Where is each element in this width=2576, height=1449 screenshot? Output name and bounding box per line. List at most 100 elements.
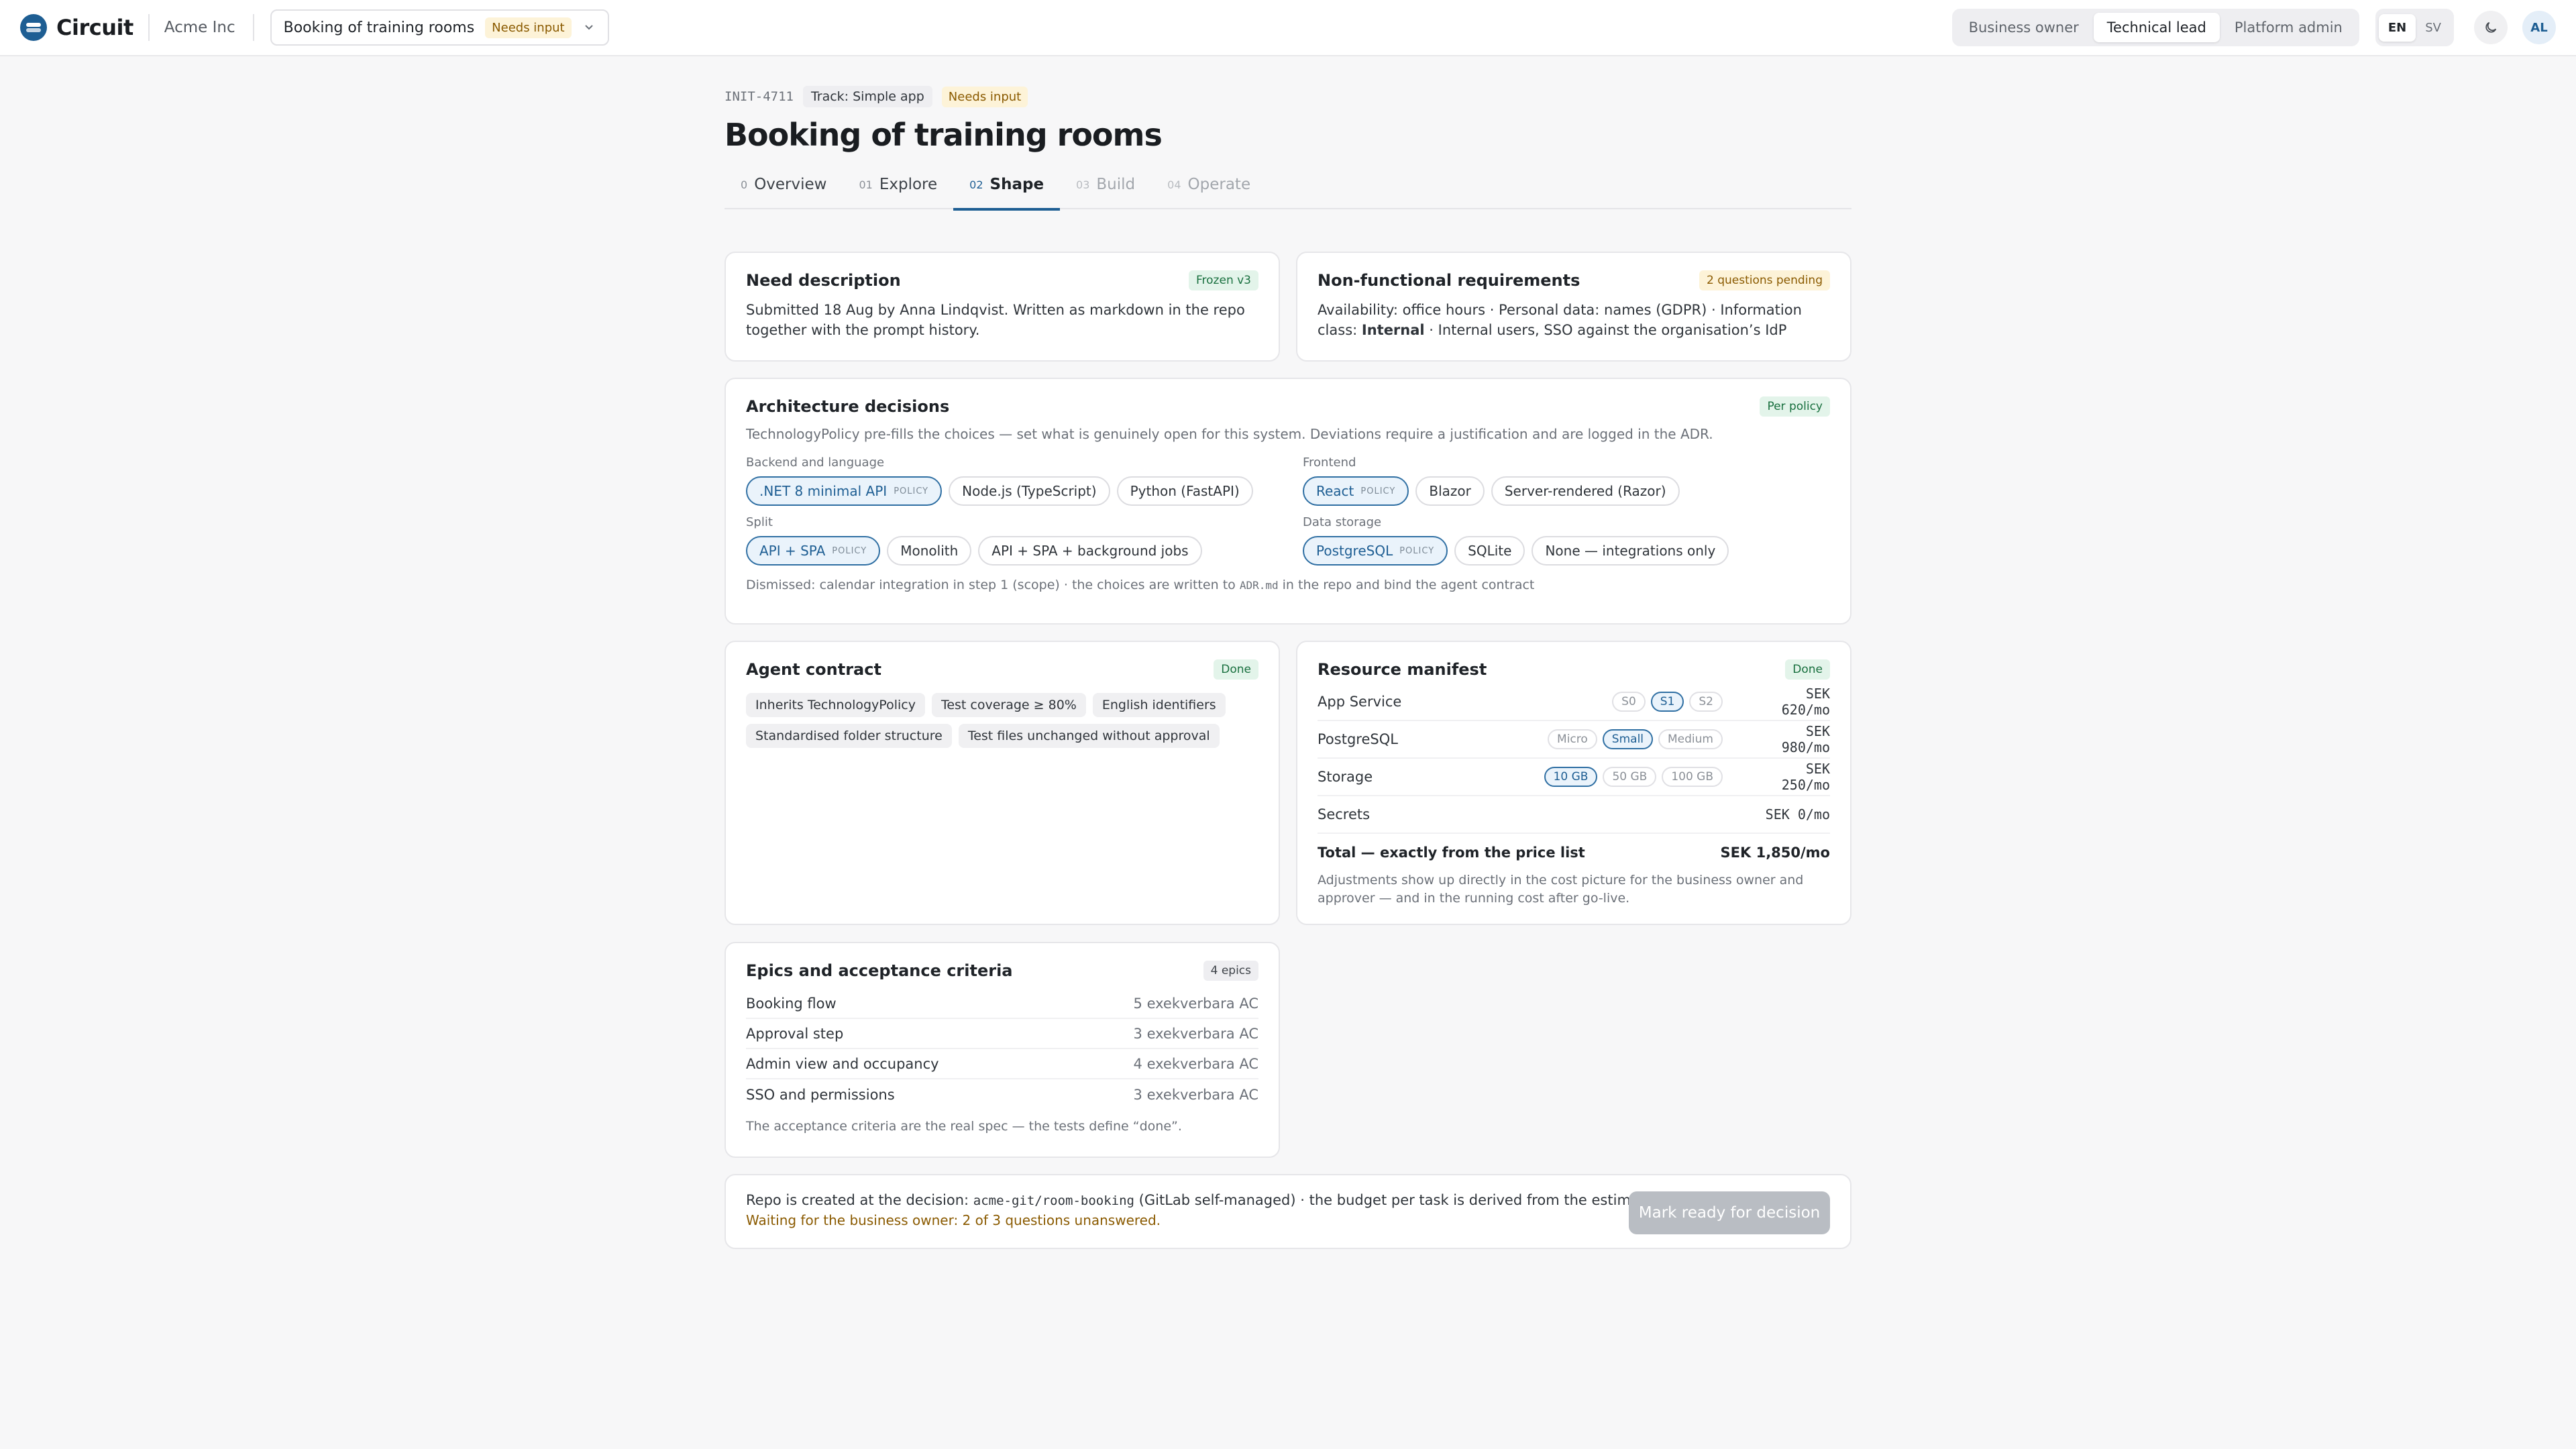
epic-name: Admin view and occupancy	[746, 1055, 939, 1072]
resource-name: Storage	[1318, 769, 1373, 785]
policy-tag: POLICY	[894, 486, 929, 496]
adr-filename: ADR.md	[1239, 579, 1279, 592]
option-python[interactable]: Python (FastAPI)	[1116, 476, 1253, 506]
option-none[interactable]: None — integrations only	[1532, 536, 1729, 566]
architecture-footnote: Dismissed: calendar integration in step …	[746, 578, 1830, 592]
list-item[interactable]: SSO and permissions 3 exekverbara AC	[746, 1079, 1258, 1110]
epic-name: Approval step	[746, 1025, 844, 1042]
option-dotnet[interactable]: .NET 8 minimal API POLICY	[746, 476, 943, 506]
size-option[interactable]: Medium	[1658, 729, 1723, 749]
done-badge: Done	[1214, 659, 1258, 680]
list-item[interactable]: Booking flow 5 exekverbara AC	[746, 989, 1258, 1019]
role-technical-lead[interactable]: Technical lead	[2093, 13, 2220, 42]
decision-bar: Repo is created at the decision: acme-gi…	[724, 1174, 1851, 1249]
decision-group-frontend: Frontend React POLICY Blazor Server-rende…	[1303, 455, 1826, 506]
lang-sv[interactable]: SV	[2416, 14, 2451, 42]
repo-path: acme-git/room-booking	[973, 1193, 1134, 1208]
theme-toggle-button[interactable]	[2474, 11, 2508, 44]
tab-number: 02	[969, 178, 983, 191]
page-title: Booking of training rooms	[724, 117, 1163, 153]
status-badge: Needs input	[941, 86, 1028, 107]
app-logo[interactable]: Circuit	[20, 14, 133, 41]
initiative-picker[interactable]: Booking of training rooms Needs input	[270, 9, 609, 46]
epic-name: Booking flow	[746, 995, 837, 1012]
phase-tabs: 0 Overview 01 Explore 02 Shape 03 Build …	[724, 176, 1851, 211]
user-avatar[interactable]: AL	[2522, 11, 2556, 44]
group-label: Split	[746, 515, 773, 529]
option-monolith[interactable]: Monolith	[887, 536, 972, 566]
decision-group-split: Split API + SPA POLICY Monolith API + SPA…	[746, 515, 1303, 566]
resource-cost: SEK 620/mo	[1781, 686, 1830, 718]
resource-name: Secrets	[1318, 806, 1371, 822]
done-badge: Done	[1785, 659, 1830, 680]
org-name[interactable]: Acme Inc	[164, 19, 235, 36]
option-blazor[interactable]: Blazor	[1415, 476, 1485, 506]
questions-pending-badge: 2 questions pending	[1699, 270, 1830, 290]
nfr-card: Non-functional requirements 2 questions …	[1296, 252, 1851, 362]
card-title: Architecture decisions	[746, 397, 950, 416]
tab-shape[interactable]: 02 Shape	[953, 176, 1060, 211]
chevron-down-icon	[582, 21, 596, 34]
footnote-part: Dismissed: calendar integration in step …	[746, 578, 1240, 592]
size-option-selected[interactable]: S1	[1650, 692, 1684, 712]
size-option[interactable]: 50 GB	[1603, 767, 1657, 787]
footnote-part: in the repo and bind the agent contract	[1278, 578, 1535, 592]
contract-tag: Inherits TechnologyPolicy	[746, 693, 925, 717]
list-item[interactable]: Admin view and occupancy 4 exekverbara AC	[746, 1049, 1258, 1079]
card-title: Non-functional requirements	[1318, 271, 1580, 290]
tab-overview[interactable]: 0 Overview	[724, 176, 843, 209]
option-api-spa-jobs[interactable]: API + SPA + background jobs	[978, 536, 1202, 566]
architecture-card: Architecture decisions Per policy Techno…	[724, 378, 1851, 625]
track-chip: Track: Simple app	[802, 86, 932, 107]
option-label: .NET 8 minimal API	[759, 483, 888, 499]
list-item[interactable]: Approval step 3 exekverbara AC	[746, 1019, 1258, 1049]
size-option[interactable]: Micro	[1548, 729, 1597, 749]
group-label: Backend and language	[746, 455, 885, 470]
size-option[interactable]: 100 GB	[1662, 767, 1723, 787]
resource-total-row: Total — exactly from the price list SEK …	[1318, 834, 1830, 871]
resource-name: PostgreSQL	[1318, 731, 1398, 747]
group-label: Data storage	[1303, 515, 1382, 529]
option-postgresql[interactable]: PostgreSQL POLICY	[1303, 536, 1448, 566]
mark-ready-button[interactable]: Mark ready for decision	[1629, 1191, 1830, 1234]
option-nodejs[interactable]: Node.js (TypeScript)	[949, 476, 1110, 506]
card-title: Agent contract	[746, 660, 881, 679]
resource-row-app-service: App Service S0 S1 S2 SEK 620/mo	[1318, 684, 1830, 721]
decision-grid: Backend and language .NET 8 minimal API P…	[746, 455, 1830, 566]
policy-tag: POLICY	[832, 545, 867, 556]
role-switcher: Business owner Technical lead Platform a…	[1951, 9, 2359, 46]
decision-group-backend: Backend and language .NET 8 minimal API P…	[746, 455, 1303, 506]
epic-count-badge: 4 epics	[1203, 961, 1258, 981]
size-option[interactable]: S0	[1612, 692, 1646, 712]
epics-note: The acceptance criteria are the real spe…	[746, 1119, 1182, 1134]
role-business-owner[interactable]: Business owner	[1955, 13, 2092, 42]
epic-ac-count: 5 exekverbara AC	[1133, 995, 1258, 1012]
option-label: React	[1316, 483, 1354, 499]
size-option-selected[interactable]: 10 GB	[1544, 767, 1598, 787]
tab-explore[interactable]: 01 Explore	[843, 176, 953, 209]
need-text: Submitted 18 Aug by Anna Lindqvist. Writ…	[746, 302, 1245, 338]
lang-en[interactable]: EN	[2378, 13, 2416, 42]
tab-build[interactable]: 03 Build	[1060, 176, 1151, 209]
epic-ac-count: 4 exekverbara AC	[1133, 1055, 1258, 1072]
divider	[148, 14, 150, 41]
resource-row-storage: Storage 10 GB 50 GB 100 GB SEK 250/mo	[1318, 759, 1830, 796]
role-platform-admin[interactable]: Platform admin	[2221, 13, 2356, 42]
nfr-info-class: Internal	[1361, 322, 1425, 338]
option-sqlite[interactable]: SQLite	[1454, 536, 1525, 566]
epic-name: SSO and permissions	[746, 1086, 895, 1103]
size-option[interactable]: S2	[1689, 692, 1723, 712]
nfr-text-part: · Internal users, SSO against the organi…	[1424, 322, 1787, 338]
divider	[252, 14, 254, 41]
repo-info-part: (GitLab self-managed) · the budget per t…	[1134, 1192, 1654, 1208]
option-razor[interactable]: Server-rendered (Razor)	[1491, 476, 1680, 506]
option-react[interactable]: React POLICY	[1303, 476, 1409, 506]
total-value: SEK 1,850/mo	[1720, 845, 1830, 861]
tab-number: 03	[1076, 178, 1090, 191]
option-api-spa[interactable]: API + SPA POLICY	[746, 536, 881, 566]
resource-name: App Service	[1318, 694, 1402, 710]
resource-list: App Service S0 S1 S2 SEK 620/mo PostgreS…	[1318, 684, 1830, 871]
initiative-meta: INIT-4711 Track: Simple app Needs input	[724, 86, 1851, 107]
tab-operate[interactable]: 04 Operate	[1151, 176, 1267, 209]
size-option-selected[interactable]: Small	[1602, 729, 1654, 749]
